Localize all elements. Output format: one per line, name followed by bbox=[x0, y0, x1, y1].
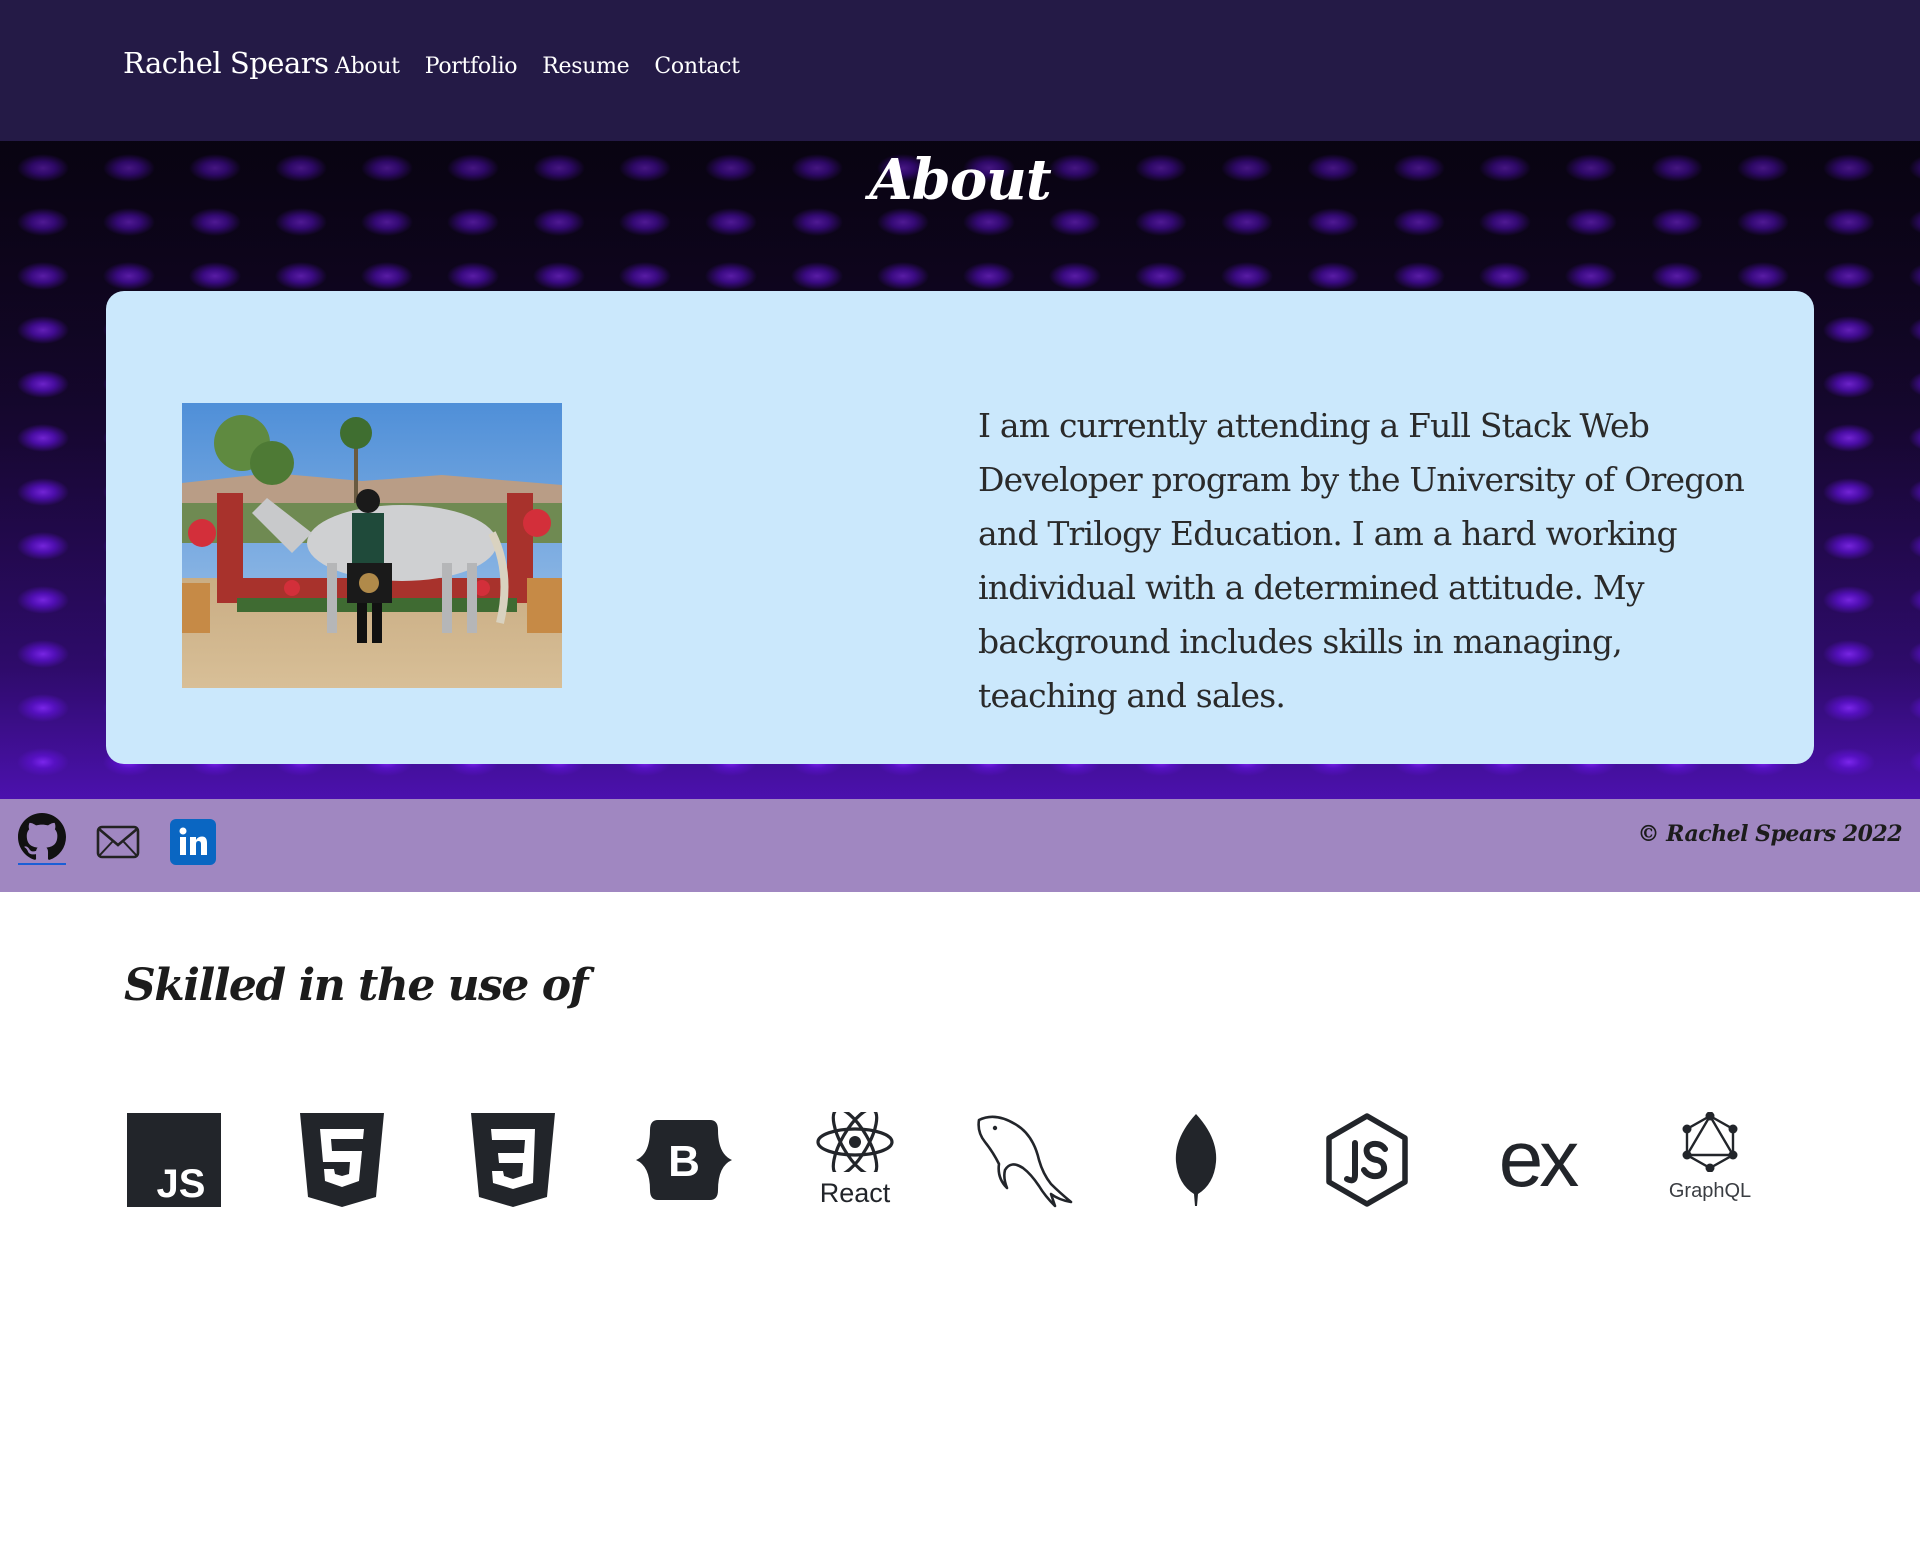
nav-link-resume[interactable]: Resume bbox=[542, 54, 629, 79]
about-text: I am currently attending a Full Stack We… bbox=[978, 406, 1745, 715]
linkedin-icon[interactable] bbox=[170, 819, 216, 865]
nav-link-portfolio[interactable]: Portfolio bbox=[425, 54, 518, 79]
express-icon: ex bbox=[1487, 1110, 1587, 1210]
navbar: Rachel Spears About Portfolio Resume Con… bbox=[0, 0, 1920, 141]
mail-icon[interactable] bbox=[96, 825, 140, 861]
nodejs-icon bbox=[1317, 1110, 1417, 1210]
svg-text:JS: JS bbox=[157, 1162, 206, 1206]
nav-link-about[interactable]: About bbox=[335, 54, 400, 79]
javascript-icon: JS bbox=[124, 1110, 224, 1210]
react-label: React bbox=[819, 1178, 891, 1208]
page-title: About bbox=[869, 147, 1052, 213]
css3-icon bbox=[463, 1110, 563, 1210]
about-hero: About I am currently attending a Full St… bbox=[0, 141, 1920, 799]
copyright-text: © Rachel Spears 2022 bbox=[1637, 821, 1903, 847]
react-icon: React bbox=[805, 1110, 905, 1210]
nav-link-contact[interactable]: Contact bbox=[654, 54, 740, 79]
graphql-label: GraphQL bbox=[1668, 1180, 1752, 1202]
graphql-icon: GraphQL bbox=[1660, 1110, 1760, 1210]
mongodb-icon bbox=[1146, 1110, 1246, 1210]
html5-icon bbox=[292, 1110, 392, 1210]
svg-text:B: B bbox=[668, 1137, 700, 1186]
nav-links: About Portfolio Resume Contact bbox=[335, 54, 740, 79]
skills-title: Skilled in the use of bbox=[124, 960, 588, 1011]
footer-bar: © Rachel Spears 2022 bbox=[0, 799, 1920, 892]
brand-link[interactable]: Rachel Spears bbox=[123, 46, 329, 80]
bootstrap-icon: B bbox=[634, 1110, 734, 1210]
github-icon[interactable] bbox=[18, 813, 66, 865]
profile-photo bbox=[182, 403, 562, 688]
mysql-icon bbox=[975, 1110, 1075, 1210]
about-card: I am currently attending a Full Stack We… bbox=[106, 291, 1814, 764]
express-label: ex bbox=[1498, 1114, 1580, 1203]
